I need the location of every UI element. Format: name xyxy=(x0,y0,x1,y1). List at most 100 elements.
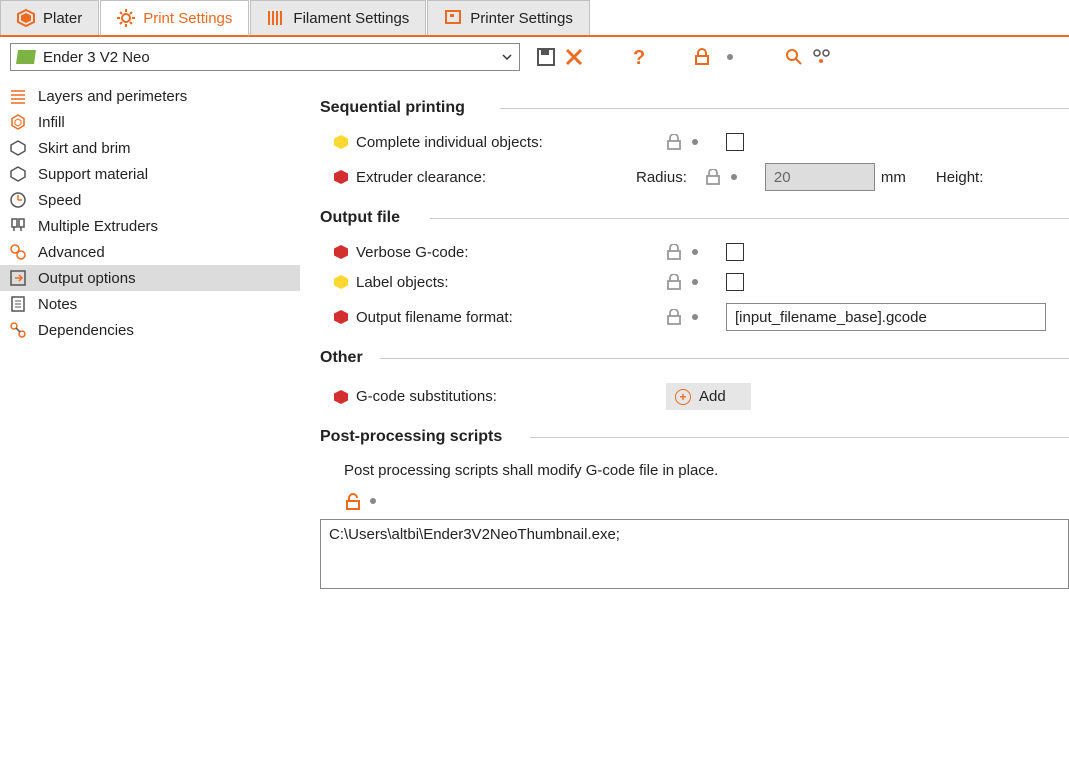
lock-button[interactable] xyxy=(690,45,714,69)
sidebar-item-extruders[interactable]: Multiple Extruders xyxy=(0,213,300,239)
delete-button[interactable] xyxy=(562,45,586,69)
unit-mm: mm xyxy=(881,169,906,186)
reset-dot[interactable] xyxy=(692,139,698,145)
sidebar-item-output[interactable]: Output options xyxy=(0,265,300,291)
sidebar-item-deps[interactable]: Dependencies xyxy=(0,317,300,343)
sidebar-label: Notes xyxy=(38,296,77,313)
sidebar-label: Layers and perimeters xyxy=(38,88,187,105)
plus-icon: + xyxy=(675,389,691,405)
reset-dot[interactable] xyxy=(692,279,698,285)
tab-print-label: Print Settings xyxy=(143,10,232,27)
filament-icon xyxy=(267,9,285,27)
help-button[interactable]: ? xyxy=(626,45,650,69)
sidebar-label: Advanced xyxy=(38,244,105,261)
reset-dot[interactable] xyxy=(731,174,737,180)
extruder-icon xyxy=(8,216,28,236)
bullet-icon xyxy=(334,170,348,184)
label-gcode-subs: G-code substitutions: xyxy=(356,388,666,405)
lock-icon[interactable] xyxy=(666,274,682,290)
tab-filament-label: Filament Settings xyxy=(293,10,409,27)
sidebar-item-skirt[interactable]: Skirt and brim xyxy=(0,135,300,161)
bullet-icon xyxy=(334,390,348,404)
hex-icon xyxy=(8,164,28,184)
chevron-down-icon xyxy=(501,51,513,63)
checkbox-verbose[interactable] xyxy=(726,243,744,261)
infill-icon xyxy=(8,112,28,132)
layers-icon xyxy=(8,86,28,106)
deps-icon xyxy=(8,320,28,340)
tab-plater[interactable]: Plater xyxy=(0,0,99,35)
bullet-button[interactable] xyxy=(718,45,742,69)
sidebar-label: Output options xyxy=(38,270,136,287)
add-label: Add xyxy=(699,388,726,405)
gears-icon xyxy=(8,242,28,262)
preset-toolbar: Ender 3 V2 Neo ? xyxy=(0,37,1069,77)
label-label-objects: Label objects: xyxy=(356,274,666,291)
tab-printer-settings[interactable]: Printer Settings xyxy=(427,0,590,35)
row-filename-format: Output filename format: [input_filename_… xyxy=(320,297,1069,337)
preset-name: Ender 3 V2 Neo xyxy=(35,49,501,66)
notes-icon xyxy=(8,294,28,314)
preset-dropdown[interactable]: Ender 3 V2 Neo xyxy=(10,43,520,71)
sidebar-label: Dependencies xyxy=(38,322,134,339)
checkbox-label-objects[interactable] xyxy=(726,273,744,291)
sidebar-label: Infill xyxy=(38,114,65,131)
reset-dot[interactable] xyxy=(692,249,698,255)
label-radius: Radius: xyxy=(636,169,687,186)
sidebar-label: Skirt and brim xyxy=(38,140,131,157)
save-button[interactable] xyxy=(534,45,558,69)
search-button[interactable] xyxy=(782,45,806,69)
printer-icon xyxy=(444,9,462,27)
label-complete-objects: Complete individual objects: xyxy=(356,134,666,151)
sidebar-item-support[interactable]: Support material xyxy=(0,161,300,187)
bullet-icon xyxy=(334,310,348,324)
settings-content: Sequential printing Complete individual … xyxy=(300,77,1069,609)
sidebar-item-layers[interactable]: Layers and perimeters xyxy=(0,83,300,109)
svg-text:?: ? xyxy=(633,47,645,67)
output-icon xyxy=(8,268,28,288)
sidebar-label: Speed xyxy=(38,192,81,209)
sidebar-item-speed[interactable]: Speed xyxy=(0,187,300,213)
label-extruder-clearance: Extruder clearance: xyxy=(356,169,636,186)
input-filename-format[interactable]: [input_filename_base].gcode xyxy=(726,303,1046,331)
clock-icon xyxy=(8,190,28,210)
label-filename: Output filename format: xyxy=(356,309,666,326)
row-label-objects: Label objects: xyxy=(320,267,1069,297)
lock-icon[interactable] xyxy=(705,169,721,185)
input-radius[interactable]: 20 xyxy=(765,163,875,191)
hex-icon xyxy=(8,138,28,158)
unlock-icon[interactable] xyxy=(344,493,360,509)
tab-print-settings[interactable]: Print Settings xyxy=(100,0,249,37)
section-pp-title: Post-processing scripts xyxy=(320,428,1069,446)
row-gcode-subs: G-code substitutions: + Add xyxy=(320,377,1069,416)
row-verbose-gcode: Verbose G-code: xyxy=(320,237,1069,267)
settings-sidebar: Layers and perimeters Infill Skirt and b… xyxy=(0,77,300,609)
reset-dot[interactable] xyxy=(692,314,698,320)
checkbox-complete-objects[interactable] xyxy=(726,133,744,151)
gear-icon xyxy=(117,9,135,27)
lock-icon[interactable] xyxy=(666,244,682,260)
textarea-pp-scripts[interactable]: C:\Users\altbi\Ender3V2NeoThumbnail.exe; xyxy=(320,519,1069,589)
section-sequential-title: Sequential printing xyxy=(320,99,1069,117)
sidebar-item-advanced[interactable]: Advanced xyxy=(0,239,300,265)
row-extruder-clearance: Extruder clearance: Radius: 20 mm Height… xyxy=(320,157,1069,197)
reset-dot[interactable] xyxy=(370,498,376,504)
sidebar-item-infill[interactable]: Infill xyxy=(0,109,300,135)
add-substitution-button[interactable]: + Add xyxy=(666,383,751,410)
label-verbose: Verbose G-code: xyxy=(356,244,666,261)
bullet-icon xyxy=(334,245,348,259)
main-tabs: Plater Print Settings Filament Settings … xyxy=(0,0,1069,37)
tab-printer-label: Printer Settings xyxy=(470,10,573,27)
sidebar-label: Support material xyxy=(38,166,148,183)
sidebar-item-notes[interactable]: Notes xyxy=(0,291,300,317)
label-height: Height: xyxy=(936,169,984,186)
bullet-icon xyxy=(334,135,348,149)
tab-plater-label: Plater xyxy=(43,10,82,27)
flag-icon xyxy=(16,50,36,64)
pp-hint: Post processing scripts shall modify G-c… xyxy=(320,456,1069,493)
tab-filament-settings[interactable]: Filament Settings xyxy=(250,0,426,35)
settings-levels-button[interactable] xyxy=(810,45,834,69)
lock-icon[interactable] xyxy=(666,309,682,325)
section-output-title: Output file xyxy=(320,209,1069,227)
lock-icon[interactable] xyxy=(666,134,682,150)
